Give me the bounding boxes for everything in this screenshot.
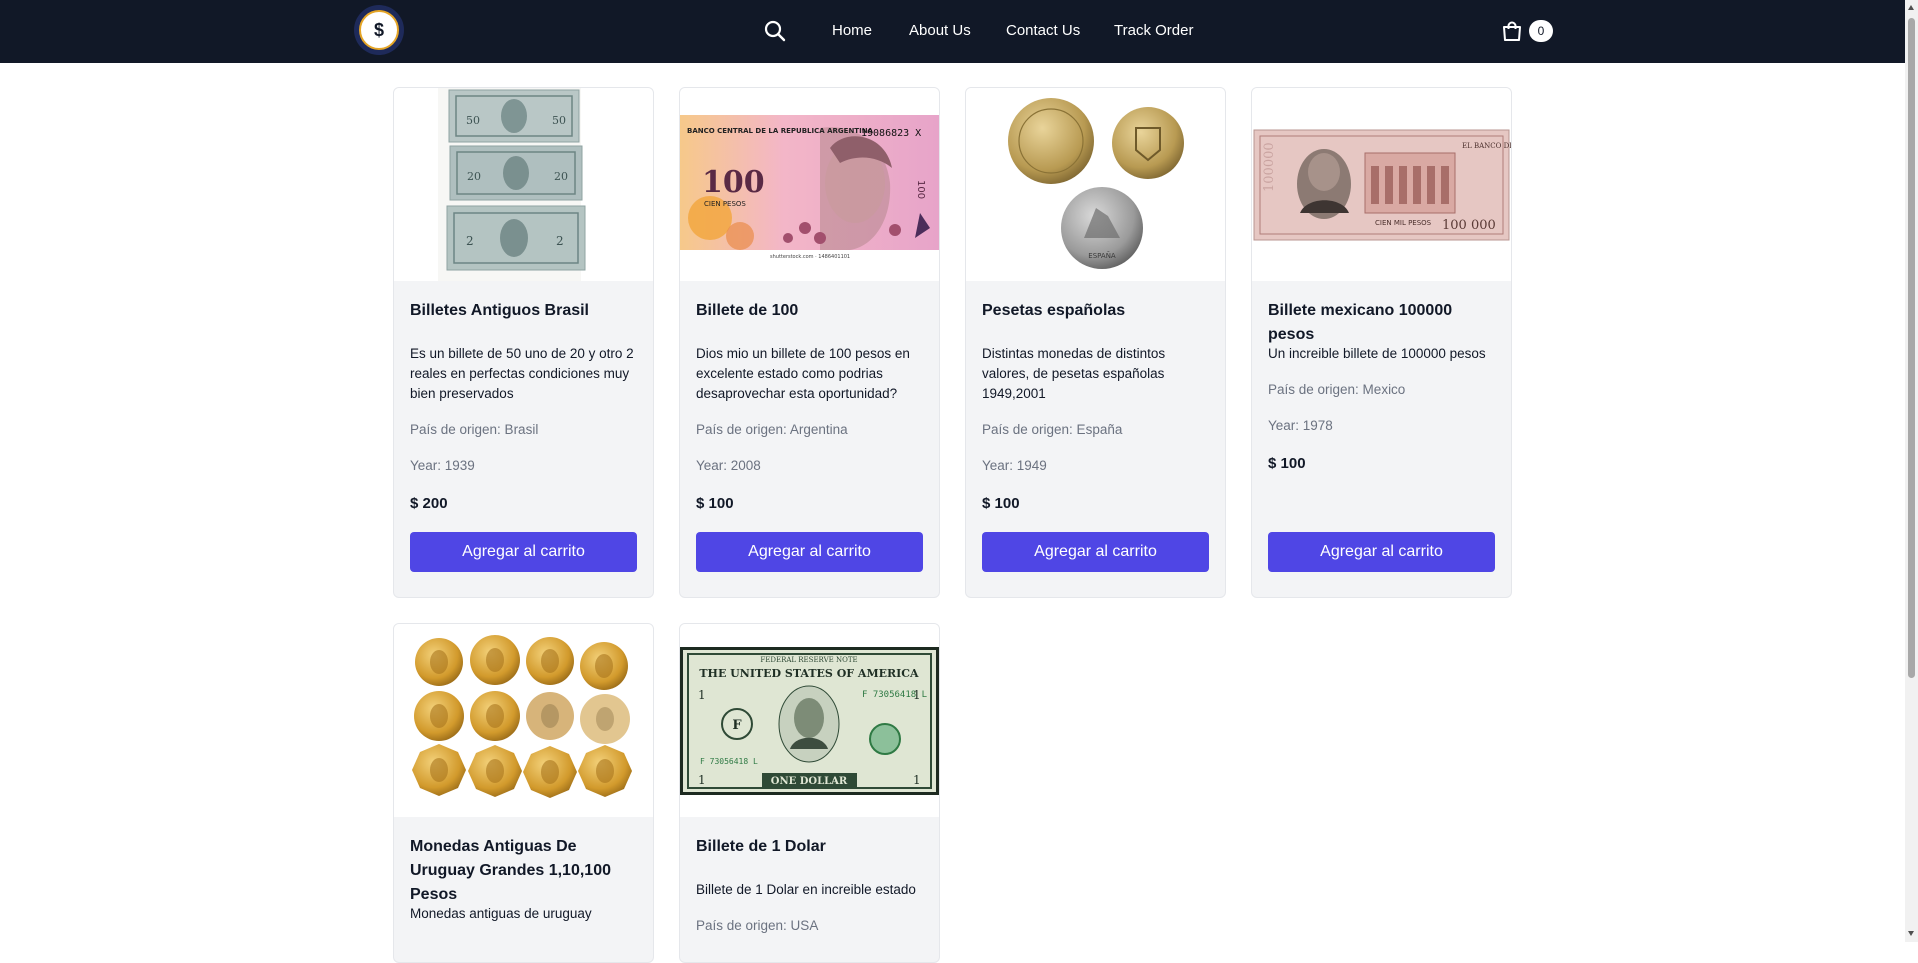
navbar: $ Home About Us Contact Us Track Order 0 — [0, 0, 1918, 63]
note-value: 1 — [913, 688, 921, 702]
product-card-argentina: BANCO CENTRAL DE LA REPUBLICA ARGENTINA … — [679, 87, 940, 598]
note-words: ONE DOLLAR — [771, 776, 848, 787]
product-country: País de origen: Argentina — [696, 422, 848, 437]
us-dollar-banknote-image: FEDERAL RESERVE NOTE THE UNITED STATES O… — [680, 647, 939, 795]
page-scrollbar[interactable] — [1905, 0, 1918, 942]
product-title: Billetes Antiguos Brasil — [410, 302, 589, 319]
product-card-mexico: 100000 EL BANCO DE MEXICO 100 000 CIEN M… — [1251, 87, 1512, 598]
note-top-text: FEDERAL RESERVE NOTE — [760, 656, 857, 664]
product-image: BANCO CENTRAL DE LA REPUBLICA ARGENTINA … — [680, 88, 939, 281]
note-value: 50 — [552, 114, 566, 127]
note-bank-text: EL BANCO DE MEXICO — [1462, 142, 1511, 150]
add-to-cart-button[interactable]: Agregar al carrito — [696, 532, 923, 572]
product-year: Year: 1978 — [1268, 418, 1333, 433]
product-price: $ 100 — [1268, 455, 1306, 472]
logo[interactable]: $ — [354, 5, 404, 55]
nav-track-order-link[interactable]: Track Order — [1114, 21, 1193, 41]
note-value: 1 — [913, 773, 921, 787]
product-title: Pesetas españolas — [982, 302, 1126, 319]
product-title: Billete de 100 — [696, 302, 799, 319]
note-value: 2 — [466, 234, 474, 248]
product-price: $ 100 — [696, 495, 734, 512]
argentina-banknote-image: BANCO CENTRAL DE LA REPUBLICA ARGENTINA … — [680, 115, 939, 260]
product-description: Dios mio un billete de 100 pesos en exce… — [696, 346, 910, 401]
add-to-cart-button[interactable]: Agregar al carrito — [1268, 532, 1495, 572]
federal-reserve-seal: F — [732, 718, 742, 733]
brazil-banknotes-image: 50 50 20 20 2 2 — [438, 88, 586, 281]
note-value: 100 — [702, 165, 765, 200]
nav-home-link[interactable]: Home — [832, 21, 872, 41]
note-serial: F 73056418 L — [700, 757, 758, 766]
search-icon[interactable] — [763, 19, 787, 43]
nav-contact-link[interactable]: Contact Us — [1006, 21, 1080, 41]
mexico-banknote-image: 100000 EL BANCO DE MEXICO 100 000 CIEN M… — [1253, 129, 1511, 241]
product-country: País de origen: Mexico — [1268, 382, 1406, 397]
cart-count-badge: 0 — [1529, 20, 1553, 42]
image-credit: shutterstock.com · 1486401101 — [770, 254, 850, 260]
note-serial: 19086823 X — [861, 128, 921, 139]
product-description: Es un billete de 50 uno de 20 y otro 2 r… — [410, 346, 634, 401]
product-image: FEDERAL RESERVE NOTE THE UNITED STATES O… — [680, 624, 939, 817]
product-image: ESPAÑA — [966, 88, 1225, 281]
note-value: 1 — [698, 688, 706, 702]
product-image: 50 50 20 20 2 2 — [394, 88, 653, 281]
scroll-up-arrow-icon[interactable] — [1908, 5, 1914, 10]
product-description: Distintas monedas de distintos valores, … — [982, 346, 1166, 401]
product-price: $ 100 — [982, 495, 1020, 512]
note-words: CIEN MIL PESOS — [1375, 219, 1432, 227]
product-description: Monedas antiguas de uruguay — [410, 906, 592, 921]
scroll-down-arrow-icon[interactable] — [1908, 931, 1914, 936]
product-year: Year: 2008 — [696, 458, 761, 473]
scrollbar-thumb[interactable] — [1908, 18, 1915, 678]
product-card-espana: ESPAÑA Pesetas españolas Distintas moned… — [965, 87, 1226, 598]
product-year: Year: 1949 — [982, 458, 1047, 473]
product-country: País de origen: Brasil — [410, 422, 539, 437]
logo-ring: $ — [359, 10, 399, 50]
product-title: Billete mexicano 100000 pesos — [1268, 302, 1453, 343]
add-to-cart-button[interactable]: Agregar al carrito — [982, 532, 1209, 572]
product-card-uruguay: Monedas Antiguas De Uruguay Grandes 1,10… — [393, 623, 654, 963]
note-value: 2 — [556, 234, 564, 248]
note-value-vertical: 100 — [915, 180, 926, 199]
note-country-text: THE UNITED STATES OF AMERICA — [699, 667, 919, 680]
note-words: CIEN PESOS — [704, 200, 746, 208]
uruguay-coins-image — [412, 635, 632, 798]
note-value: 1 — [698, 773, 706, 787]
product-image — [394, 624, 653, 817]
note-value: 20 — [467, 170, 481, 183]
product-card-usa: FEDERAL RESERVE NOTE THE UNITED STATES O… — [679, 623, 940, 963]
add-to-cart-button[interactable]: Agregar al carrito — [410, 532, 637, 572]
product-year: Year: 1939 — [410, 458, 475, 473]
coin-text: ESPAÑA — [1088, 251, 1116, 260]
product-description: Un increible billete de 100000 pesos — [1268, 346, 1486, 361]
product-card-brasil: 50 50 20 20 2 2 Billetes Antiguos Brasil… — [393, 87, 654, 598]
note-value: 20 — [554, 170, 568, 183]
dollar-logo-icon: $ — [373, 20, 384, 40]
product-title: Monedas Antiguas De Uruguay Grandes 1,10… — [410, 838, 611, 903]
product-description: Billete de 1 Dolar en increible estado — [696, 882, 916, 897]
product-image: 100000 EL BANCO DE MEXICO 100 000 CIEN M… — [1252, 88, 1511, 281]
note-bank-text: BANCO CENTRAL DE LA REPUBLICA ARGENTINA — [687, 127, 874, 135]
product-title: Billete de 1 Dolar — [696, 838, 826, 855]
note-value: 100 000 — [1442, 218, 1496, 233]
note-value-vertical: 100000 — [1262, 142, 1277, 192]
product-price: $ 200 — [410, 495, 448, 512]
note-value: 50 — [466, 114, 480, 127]
shopping-bag-icon[interactable] — [1501, 20, 1523, 42]
spanish-pesetas-image: ESPAÑA — [1008, 98, 1184, 269]
nav-about-link[interactable]: About Us — [909, 21, 971, 41]
product-country: País de origen: España — [982, 422, 1123, 437]
product-country: País de origen: USA — [696, 918, 819, 933]
